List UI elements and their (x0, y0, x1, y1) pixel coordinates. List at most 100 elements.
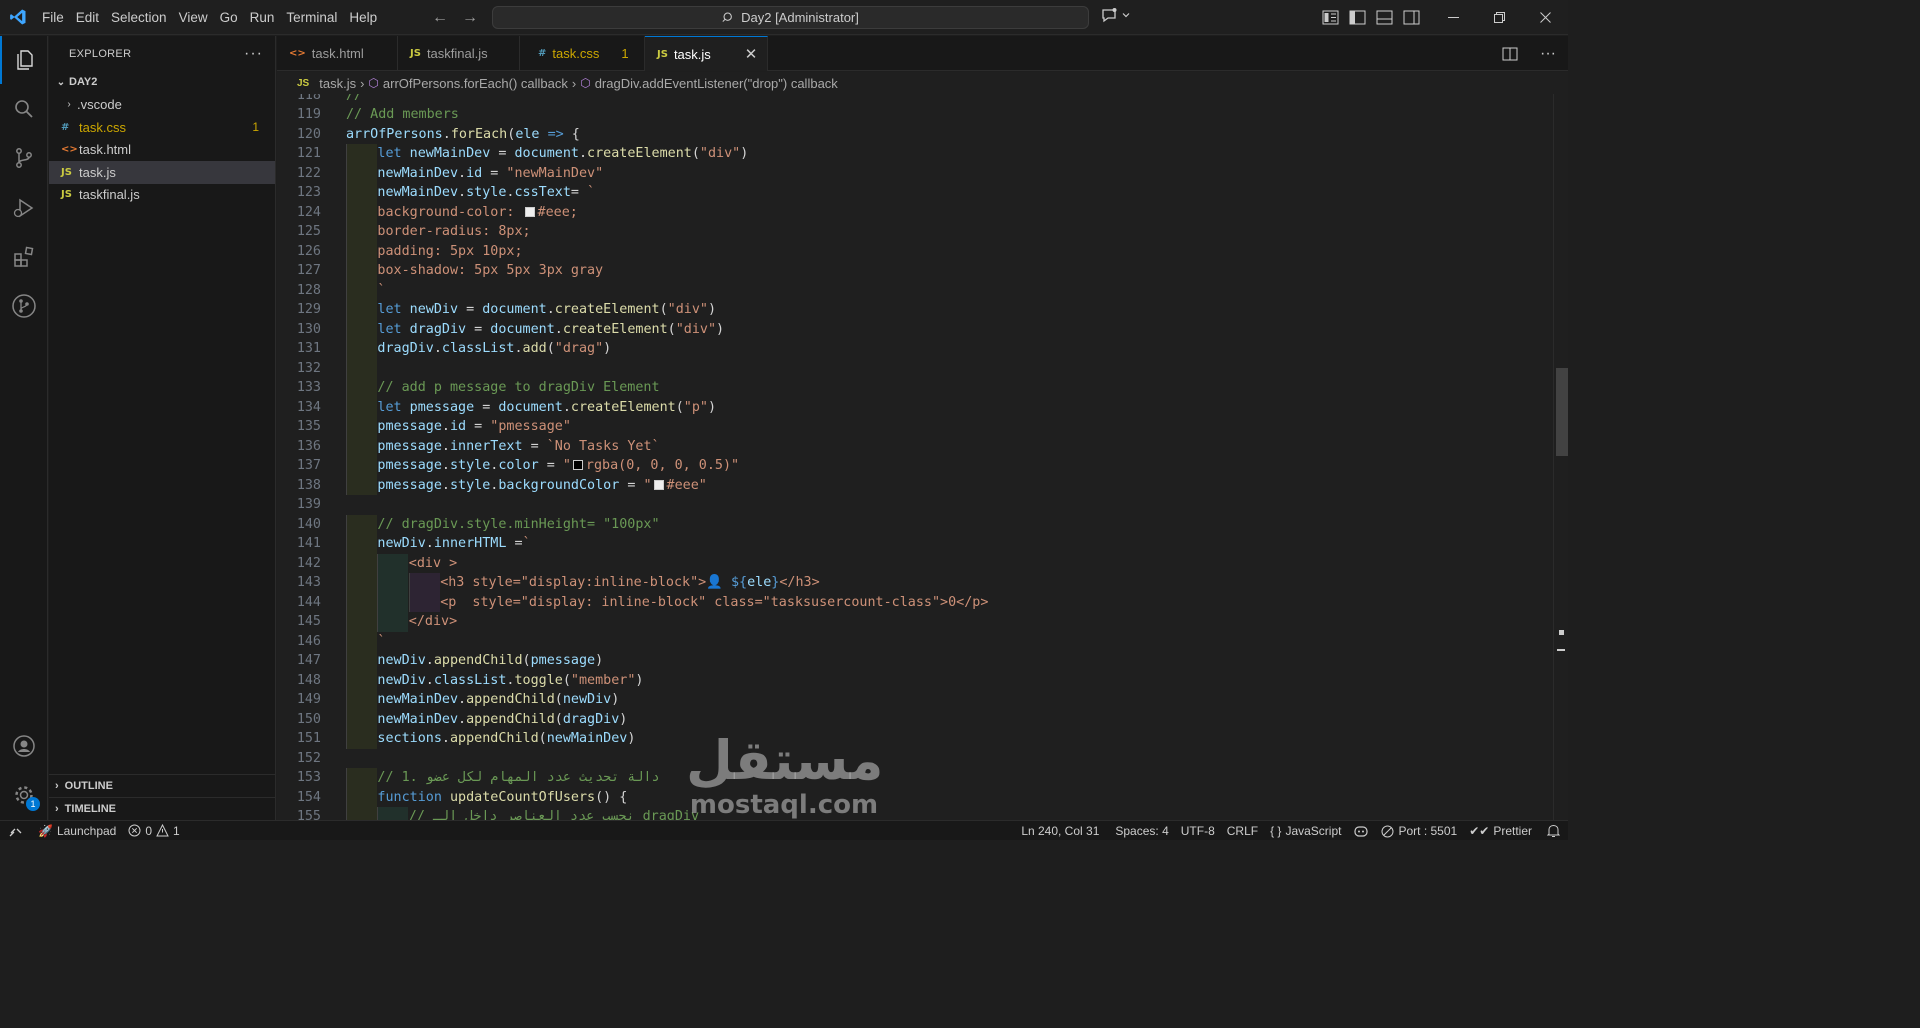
code-editor[interactable]: 118//119// Add members 120 arrOfPersons.fo… (277, 94, 1568, 820)
code-line[interactable]: 134 let pmessage = document.createElement… (277, 397, 1553, 417)
menu-file[interactable]: File (36, 0, 70, 35)
code-line[interactable]: 130 let dragDiv = document.createElement(… (277, 319, 1553, 339)
scrollbar-thumb[interactable] (1556, 368, 1568, 456)
code-line[interactable]: 152 (277, 749, 1553, 769)
code-line[interactable]: 137 pmessage.style.color = " rgba(0, 0, 0,… (277, 456, 1553, 476)
code-line[interactable]: 131 dragDiv.classList.add("drag") (277, 339, 1553, 359)
accounts-activity[interactable] (0, 722, 48, 770)
code-line[interactable]: 142 <div > (277, 553, 1553, 573)
timeline-section[interactable]: › TIMELINE (49, 797, 276, 819)
run-debug-activity[interactable] (0, 184, 48, 232)
manage-activity[interactable]: 1 (0, 771, 48, 819)
code-line[interactable]: 143 <h3 style="display:inline-block">👤 ${… (277, 573, 1553, 593)
restore-button[interactable] (1476, 0, 1522, 35)
menu-go[interactable]: Go (214, 0, 244, 35)
extensions-activity[interactable] (0, 233, 48, 281)
copilot-status[interactable] (1347, 821, 1375, 841)
split-editor-icon[interactable] (1502, 47, 1518, 61)
close-window-button[interactable] (1522, 0, 1568, 35)
encoding[interactable]: UTF-8 (1175, 821, 1221, 841)
tab-task-html[interactable]: <> task.html (277, 36, 398, 71)
code-line[interactable]: 128 ` (277, 280, 1553, 300)
live-server-port[interactable]: Port : 5501 (1375, 821, 1463, 841)
menu-edit[interactable]: Edit (70, 0, 105, 35)
code-line[interactable]: 126 padding: 5px 10px; (277, 241, 1553, 261)
code-line[interactable]: 144 <p style="display: inline-block" clas… (277, 592, 1553, 612)
toggle-panel-icon[interactable] (1376, 10, 1393, 25)
toggle-primary-sidebar-icon[interactable] (1349, 10, 1366, 25)
customize-layout-icon[interactable] (1322, 10, 1339, 25)
notifications-button[interactable] (1538, 821, 1568, 841)
tab-task-css[interactable]: # task.css 1 (520, 36, 645, 71)
code-line[interactable]: 148 newDiv.classList.toggle("member") (277, 670, 1553, 690)
tree-item-task-html[interactable]: <> task.html (49, 139, 275, 162)
explorer-activity[interactable] (0, 36, 48, 84)
code-line[interactable]: 124 background-color: #eee; (277, 202, 1553, 222)
copilot-button[interactable] (1100, 7, 1131, 23)
code-line[interactable]: 125 border-radius: 8px; (277, 222, 1553, 242)
color-swatch[interactable] (572, 460, 583, 470)
more-actions-icon[interactable]: ··· (244, 45, 263, 63)
code-line[interactable]: 119 // Add members (277, 105, 1553, 125)
code-line[interactable]: 153 // 1. دالة تحديث عدد المهام لكل عضو (277, 768, 1553, 788)
problems-button[interactable]: 0 1 (122, 821, 185, 841)
outline-section[interactable]: › OUTLINE (49, 774, 276, 796)
breadcrumb-file[interactable]: task.js (319, 76, 356, 91)
folder-root[interactable]: ⌄ DAY2 (49, 71, 275, 94)
code-line[interactable]: 141 newDiv.innerHTML =` (277, 534, 1553, 554)
tree-item-task-css[interactable]: # task.css 1 (49, 116, 275, 139)
code-line[interactable]: 132 (277, 358, 1553, 378)
code-line[interactable]: 135 pmessage.id = "pmessage" (277, 417, 1553, 437)
menu-help[interactable]: Help (343, 0, 383, 35)
code-line[interactable]: 147 newDiv.appendChild(pmessage) (277, 651, 1553, 671)
code-line[interactable]: 150 newMainDev.appendChild(dragDiv) (277, 709, 1553, 729)
menu-terminal[interactable]: Terminal (280, 0, 343, 35)
code-line[interactable]: 127 box-shadow: 5px 5px 3px gray (277, 261, 1553, 281)
code-line[interactable]: 146 ` (277, 631, 1553, 651)
prettier-status[interactable]: ✔✔ Prettier (1463, 821, 1538, 841)
command-center-search[interactable]: Day2 [Administrator] (492, 6, 1089, 29)
color-swatch[interactable] (524, 206, 535, 217)
code-line[interactable]: 123 newMainDev.style.cssText= ` (277, 183, 1553, 203)
code-line[interactable]: 154 function updateCountOfUsers() { (277, 787, 1553, 807)
code-line[interactable]: 138 pmessage.style.backgroundColor = " #ee… (277, 475, 1553, 495)
more-actions-icon[interactable]: ··· (1540, 45, 1556, 63)
code-line[interactable]: 155 // نحسب عدد العناصر داخل الـ dragDiv (277, 807, 1553, 820)
indentation[interactable]: Spaces: 4 (1105, 821, 1174, 841)
tab-task-js[interactable]: JS task.js ✕ (645, 36, 768, 71)
code-line[interactable]: 121 let newMainDev = document.createEleme… (277, 144, 1553, 164)
code-line[interactable]: 151 sections.appendChild(newMainDev) (277, 729, 1553, 749)
code-line[interactable]: 140 // dragDiv.style.minHeight= "100px" (277, 514, 1553, 534)
launchpad-button[interactable]: 🚀 Launchpad (32, 821, 122, 841)
tab-taskfinal-js[interactable]: JS taskfinal.js (398, 36, 520, 71)
code-line[interactable]: 129 let newDiv = document.createElement("… (277, 300, 1553, 320)
minimize-button[interactable] (1430, 0, 1476, 35)
search-activity[interactable] (0, 85, 48, 133)
breadcrumb-symbol-1[interactable]: arrOfPersons.forEach() callback (383, 76, 568, 91)
code-line[interactable]: 139 (277, 495, 1553, 515)
remote-button[interactable] (0, 821, 32, 841)
tree-item-task-js[interactable]: JS task.js (49, 161, 275, 184)
forward-arrow-icon[interactable]: → (462, 9, 478, 27)
language-mode[interactable]: { } JavaScript (1264, 821, 1347, 841)
menu-selection[interactable]: Selection (105, 0, 173, 35)
tree-item-vscode[interactable]: › .vscode (49, 94, 275, 117)
code-line[interactable]: 133 // add p message to dragDiv Element (277, 378, 1553, 398)
menu-run[interactable]: Run (244, 0, 281, 35)
color-swatch[interactable] (653, 479, 664, 490)
source-control-activity[interactable] (0, 134, 48, 182)
menu-view[interactable]: View (173, 0, 214, 35)
git-graph-activity[interactable] (0, 282, 48, 330)
line-ending[interactable]: CRLF (1221, 821, 1264, 841)
breadcrumb-symbol-2[interactable]: dragDiv.addEventListener("drop") callbac… (595, 76, 838, 91)
toggle-secondary-sidebar-icon[interactable] (1403, 10, 1420, 25)
back-arrow-icon[interactable]: ← (432, 9, 448, 27)
code-line[interactable]: 120 arrOfPersons.forEach(ele => { (277, 125, 1553, 145)
code-line[interactable]: 136 pmessage.innerText = `No Tasks Yet` (277, 436, 1553, 456)
cursor-position[interactable]: Ln 240, Col 31 (1015, 821, 1105, 841)
code-line[interactable]: 118 // (277, 94, 1553, 105)
editor-scrollbar[interactable] (1553, 94, 1568, 820)
close-tab-icon[interactable]: ✕ (745, 45, 758, 63)
code-line[interactable]: 149 newMainDev.appendChild(newDiv) (277, 690, 1553, 710)
code-line[interactable]: 122 newMainDev.id = "newMainDev" (277, 163, 1553, 183)
